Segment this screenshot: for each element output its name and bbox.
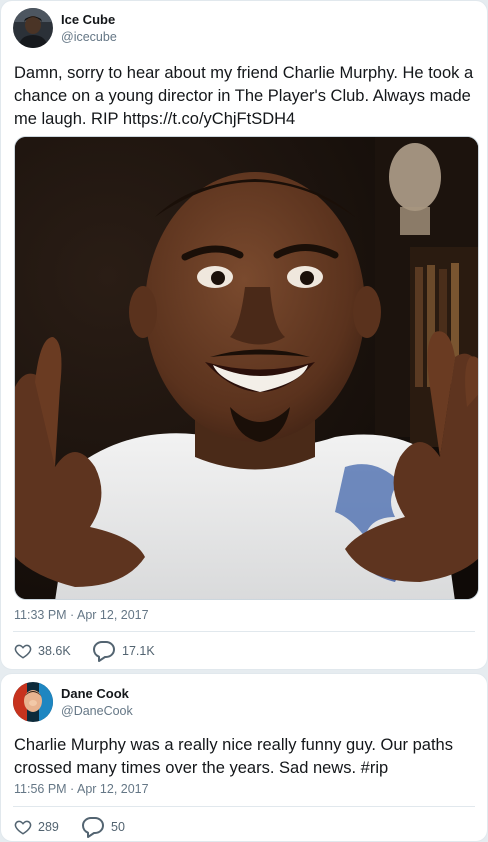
- portrait-avatar-red-icon: [13, 682, 53, 722]
- author-name[interactable]: Ice Cube: [61, 12, 115, 27]
- tweet-thread: Ice Cube @icecube Damn, sorry to hear ab…: [0, 0, 488, 842]
- divider: [13, 631, 475, 632]
- reply-button[interactable]: 17.1K: [92, 639, 155, 663]
- like-count: 38.6K: [38, 644, 71, 658]
- reply-bubble-icon: [93, 641, 115, 662]
- reply-button[interactable]: 50: [81, 815, 125, 839]
- portrait-avatar-dark-icon: [13, 8, 53, 48]
- like-button[interactable]: 38.6K: [14, 639, 71, 663]
- tweet-text: Damn, sorry to hear about my friend Char…: [14, 64, 474, 128]
- tweet-photo[interactable]: [14, 136, 479, 600]
- author-name[interactable]: Dane Cook: [61, 686, 129, 701]
- avatar[interactable]: [13, 8, 53, 48]
- divider: [13, 806, 475, 807]
- reply-count: 50: [111, 820, 125, 834]
- heart-icon: [14, 644, 32, 659]
- tweet-card[interactable]: Ice Cube @icecube Damn, sorry to hear ab…: [0, 0, 488, 670]
- like-button[interactable]: 289: [14, 815, 59, 839]
- tweet-timestamp[interactable]: 11:33 PM · Apr 12, 2017: [14, 608, 149, 622]
- tweet-card[interactable]: Dane Cook @DaneCook Charlie Murphy was a…: [0, 673, 488, 842]
- smiling-man-photo-icon: [15, 137, 478, 599]
- author-handle[interactable]: @icecube: [61, 30, 117, 44]
- reply-bubble-icon: [82, 817, 104, 838]
- tweet-text: Charlie Murphy was a really nice really …: [14, 736, 453, 777]
- author-handle[interactable]: @DaneCook: [61, 704, 133, 718]
- like-count: 289: [38, 820, 59, 834]
- reply-count: 17.1K: [122, 644, 155, 658]
- heart-icon: [14, 820, 32, 835]
- avatar[interactable]: [13, 682, 53, 722]
- tweet-timestamp[interactable]: 11:56 PM · Apr 12, 2017: [14, 782, 149, 796]
